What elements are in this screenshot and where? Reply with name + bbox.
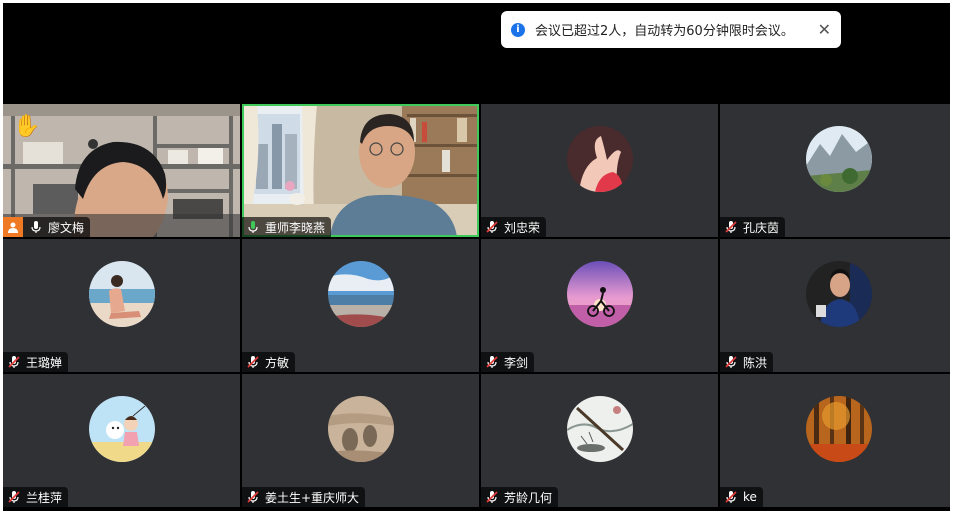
participant-tile[interactable]: 芳龄几何	[481, 374, 718, 507]
participant-name: 王璐婵	[26, 355, 63, 370]
avatar	[328, 396, 394, 462]
avatar	[567, 396, 633, 462]
participant-tile[interactable]: 孔庆茵	[720, 104, 950, 237]
participant-name: 孔庆茵	[743, 220, 780, 235]
participant-tile[interactable]: ke	[720, 374, 950, 507]
mic-muted-icon	[8, 356, 20, 368]
participant-tile[interactable]: 王璐婵	[3, 239, 240, 372]
meeting-window: i 会议已超过2人，自动转为60分钟限时会议。 ✕ ✋ 廖文梅 重师李晓燕 刘忠…	[3, 3, 950, 511]
notification-toast: i 会议已超过2人，自动转为60分钟限时会议。 ✕	[501, 11, 841, 48]
participant-name: 李剑	[504, 355, 529, 370]
participant-name: 兰桂萍	[26, 490, 63, 505]
avatar	[89, 396, 155, 462]
avatar	[89, 261, 155, 327]
participant-name: 芳龄几何	[504, 490, 553, 505]
mic-icon	[31, 221, 41, 233]
participant-nametag: 廖文梅	[3, 217, 91, 237]
mic-muted-icon	[486, 221, 498, 233]
raised-hand-icon: ✋	[13, 114, 41, 139]
mic-muted-icon	[486, 491, 498, 503]
mic-muted-icon	[725, 221, 737, 233]
participant-tile-active-speaker[interactable]: 重师李晓燕	[242, 104, 479, 237]
mic-muted-icon	[247, 356, 259, 368]
participant-name: 陈洪	[743, 355, 768, 370]
mic-speaking-icon	[248, 221, 258, 233]
participant-tile[interactable]: 陈洪	[720, 239, 950, 372]
avatar	[806, 261, 872, 327]
participant-tile[interactable]: ✋ 廖文梅	[3, 104, 240, 237]
close-icon[interactable]: ✕	[818, 20, 831, 39]
participant-tile[interactable]: 李剑	[481, 239, 718, 372]
mic-muted-icon	[247, 491, 259, 503]
participant-nametag: 李剑	[481, 352, 535, 372]
avatar	[567, 261, 633, 327]
participant-tile[interactable]: 姜土生+重庆师大	[242, 374, 479, 507]
mic-muted-icon	[486, 356, 498, 368]
participant-name: 廖文梅	[48, 220, 85, 235]
participant-name: 刘忠荣	[504, 220, 541, 235]
avatar	[328, 261, 394, 327]
participant-name: 方敏	[265, 355, 290, 370]
participant-nametag: ke	[720, 487, 763, 507]
avatar	[567, 126, 633, 192]
participant-name: 重师李晓燕	[265, 220, 326, 235]
avatar	[806, 126, 872, 192]
participant-nametag: 兰桂萍	[3, 487, 69, 507]
participant-nametag: 方敏	[242, 352, 296, 372]
notification-message: 会议已超过2人，自动转为60分钟限时会议。	[535, 24, 794, 39]
participant-nametag: 刘忠荣	[481, 217, 547, 237]
participant-nametag: 芳龄几何	[481, 487, 559, 507]
participant-nametag: 重师李晓燕	[242, 217, 332, 237]
participant-name: 姜土生+重庆师大	[265, 490, 360, 505]
participant-tile[interactable]: 方敏	[242, 239, 479, 372]
participant-nametag: 王璐婵	[3, 352, 69, 372]
participant-tile[interactable]: 刘忠荣	[481, 104, 718, 237]
mic-muted-icon	[8, 491, 20, 503]
info-icon: i	[511, 22, 525, 37]
participant-nametag: 陈洪	[720, 352, 774, 372]
participant-nametag: 姜土生+重庆师大	[242, 487, 366, 507]
avatar	[806, 396, 872, 462]
user-icon	[3, 217, 23, 237]
participant-name: ke	[743, 490, 757, 504]
mic-muted-icon	[725, 356, 737, 368]
participant-tile[interactable]: 兰桂萍	[3, 374, 240, 507]
mic-muted-icon	[725, 491, 737, 503]
video-grid: ✋ 廖文梅 重师李晓燕 刘忠荣 孔庆茵 王璐婵 方敏 李剑 陈洪 兰桂萍 姜土生…	[3, 104, 950, 511]
participant-nametag: 孔庆茵	[720, 217, 786, 237]
